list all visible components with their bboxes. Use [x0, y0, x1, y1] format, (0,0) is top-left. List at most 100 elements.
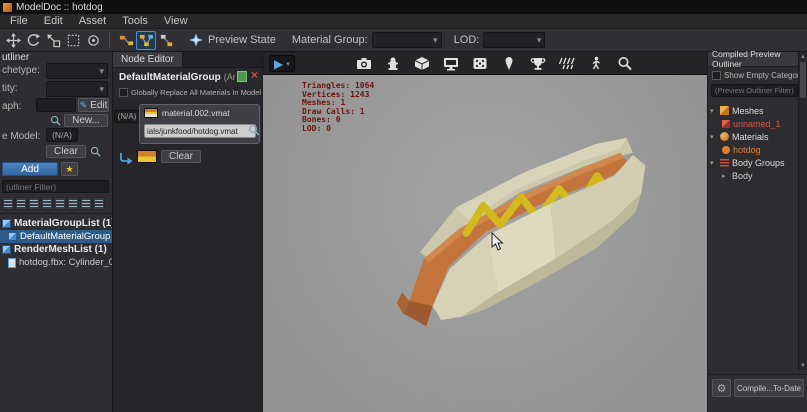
body-groups-icon — [720, 158, 729, 167]
node-view-3-icon[interactable] — [156, 31, 176, 50]
ice-cream-icon[interactable] — [500, 56, 518, 71]
graph-label: aph: — [2, 101, 22, 112]
search-icon[interactable] — [50, 115, 61, 129]
viewport-3d[interactable]: ▶ ▾ Triangles: 1064 Vertices: 1243 Meshe… — [263, 52, 707, 412]
compile-settings-button[interactable]: ⚙ — [712, 379, 731, 397]
node-editor-tab[interactable]: Node Editor — [113, 52, 183, 67]
pencil-icon: ✎ — [79, 99, 88, 110]
preview-state-icon — [186, 31, 206, 50]
node-input-port[interactable]: (N/A) — [114, 110, 140, 123]
dice-icon[interactable] — [471, 56, 489, 71]
trophy-icon[interactable] — [529, 56, 547, 71]
mesh-file-icon — [8, 257, 16, 268]
tree-row-body-groups[interactable]: ▾ Body Groups — [710, 156, 798, 169]
node-graph-area[interactable]: (N/A) material.002.vmat Clear — [113, 100, 262, 412]
chevron-down-icon: ▾ — [536, 34, 542, 45]
hydrant-icon[interactable] — [384, 56, 402, 71]
expander-icon[interactable]: ▾ — [710, 133, 717, 141]
show-empty-categories-checkbox[interactable] — [712, 71, 721, 80]
select-box-icon[interactable] — [63, 31, 83, 50]
document-icon[interactable] — [237, 71, 247, 82]
compile-button-label: Compile...To-Date — [736, 383, 802, 393]
tree-row-materials[interactable]: ▾ Materials — [710, 130, 798, 143]
clear-model-button[interactable]: Clear — [46, 145, 86, 158]
clear-material-button[interactable]: Clear — [161, 150, 201, 163]
modeldoc-window: ModelDoc :: hotdog File Edit Asset Tools… — [0, 0, 807, 412]
entity-dropdown[interactable]: ▾ — [46, 81, 108, 97]
material-group-dropdown[interactable]: ▾ — [371, 32, 442, 48]
node-view-2-icon[interactable] — [136, 30, 156, 50]
cube-icon[interactable] — [413, 56, 431, 71]
viewport-icon-row — [329, 55, 659, 72]
search-icon[interactable] — [248, 124, 260, 139]
menu-edit[interactable]: Edit — [36, 15, 71, 27]
material-path-input[interactable] — [144, 124, 256, 138]
monitor-icon[interactable] — [442, 56, 460, 71]
close-icon[interactable]: × — [251, 68, 258, 82]
menu-view[interactable]: View — [156, 15, 196, 27]
titlebar[interactable]: ModelDoc :: hotdog — [0, 0, 807, 14]
tree-row-hotdog-fbx[interactable]: hotdog.fbx: Cylinder_001 — [0, 256, 112, 269]
material-group-icon — [8, 232, 17, 241]
material-category-icon — [720, 132, 729, 141]
new-button-label: New... — [72, 115, 100, 126]
scrollbar-thumb[interactable] — [800, 62, 806, 98]
expander-icon[interactable]: ▾ — [710, 159, 717, 167]
graph-input[interactable] — [36, 98, 76, 112]
outliner-panel-header: utliner — [2, 52, 30, 63]
menu-file[interactable]: File — [2, 15, 36, 27]
group-view-icon[interactable] — [80, 197, 92, 210]
scroll-up-icon[interactable]: ▲ — [799, 52, 807, 61]
menu-tools[interactable]: Tools — [114, 15, 156, 27]
tree-row-meshes[interactable]: ▾ Meshes — [710, 104, 798, 117]
outliner-filter-input[interactable] — [2, 180, 109, 193]
material-node-title-row: material.002.vmat — [140, 105, 259, 118]
camera-icon[interactable] — [355, 56, 373, 71]
tree-row-materialgrouplist[interactable]: MaterialGroupList (1) — [0, 217, 112, 230]
motion-lines-icon[interactable] — [558, 56, 576, 71]
tree-row-unnamed-1[interactable]: unnamed_1 — [710, 117, 798, 130]
tree-view-icon[interactable] — [15, 197, 27, 210]
expander-icon[interactable]: ▸ — [722, 172, 729, 180]
collapse-all-icon[interactable] — [41, 197, 53, 210]
new-button[interactable]: New... — [64, 114, 108, 127]
zoom-icon[interactable] — [616, 56, 634, 71]
tree-row-body[interactable]: ▸ Body — [710, 169, 798, 182]
scale-tool-icon[interactable] — [43, 31, 63, 50]
rotate-tool-icon[interactable] — [23, 31, 43, 50]
replace-materials-checkbox[interactable] — [119, 88, 128, 97]
favorites-button[interactable]: ★ — [61, 162, 78, 176]
pivot-tool-icon[interactable] — [83, 31, 103, 50]
tree-label: hotdog.fbx: Cylinder_001 — [19, 257, 112, 268]
settings-view-icon[interactable] — [93, 197, 105, 210]
material-icon — [722, 145, 730, 154]
expand-all-icon[interactable] — [28, 197, 40, 210]
scroll-down-icon[interactable]: ▼ — [799, 361, 807, 370]
outliner-view-toolbar — [2, 197, 105, 210]
node-view-1-icon[interactable] — [116, 31, 136, 50]
expander-icon[interactable]: ▾ — [710, 107, 717, 115]
lod-dropdown[interactable]: ▾ — [483, 32, 546, 48]
tree-row-rendermeshlist[interactable]: RenderMeshList (1) — [0, 243, 112, 256]
list-view-icon[interactable] — [2, 197, 14, 210]
move-tool-icon[interactable] — [3, 31, 23, 50]
search-icon[interactable] — [90, 146, 101, 160]
edit-button[interactable]: ✎ Edit — [78, 98, 109, 112]
filter-view-icon[interactable] — [54, 197, 66, 210]
archetype-dropdown[interactable]: ▾ — [46, 63, 108, 79]
preview-outliner-filter-input[interactable] — [711, 84, 798, 97]
sort-view-icon[interactable] — [67, 197, 79, 210]
tree-row-defaultmaterialgroup[interactable]: DefaultMaterialGroup — [0, 230, 112, 243]
gear-icon: ⚙ — [716, 382, 727, 395]
scrollbar[interactable]: ▲ ▼ — [798, 52, 807, 370]
play-button[interactable]: ▶ ▾ — [269, 55, 295, 72]
compile-button[interactable]: Compile...To-Date — [734, 379, 804, 397]
hotdog-model[interactable] — [361, 102, 656, 340]
add-button[interactable]: Add — [2, 162, 58, 176]
walking-person-icon[interactable] — [587, 56, 605, 71]
base-model-value: (N/A) — [46, 128, 78, 142]
material-node[interactable]: material.002.vmat — [139, 104, 260, 144]
tree-label: RenderMeshList (1) — [14, 244, 107, 255]
tree-row-hotdog-material[interactable]: hotdog — [710, 143, 798, 156]
menu-asset[interactable]: Asset — [71, 15, 115, 27]
